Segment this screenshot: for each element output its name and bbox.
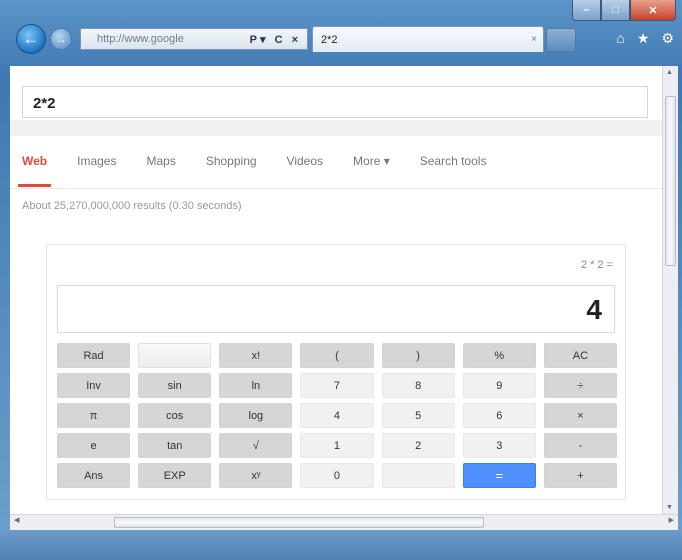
key-9[interactable]: 9: [462, 373, 536, 398]
key-rad[interactable]: Rad: [57, 343, 131, 368]
browser-tools: ⌂ ★ ⚙: [616, 30, 674, 47]
vertical-scrollbar[interactable]: ▲ ▼: [662, 66, 678, 514]
key-1[interactable]: 1: [300, 433, 374, 458]
key-sin[interactable]: sin: [138, 373, 212, 398]
key-percent[interactable]: %: [462, 343, 536, 368]
close-window-button[interactable]: ✕: [630, 0, 676, 21]
result-stats: About 25,270,000,000 results (0.30 secon…: [22, 200, 242, 212]
key-cos[interactable]: cos: [138, 403, 212, 428]
address-controls[interactable]: P▾ C ×: [244, 33, 307, 46]
horizontal-scrollbar[interactable]: ◀ ▶: [10, 514, 678, 530]
gear-icon[interactable]: ⚙: [661, 30, 674, 47]
calculator-widget: 2 * 2 = 4 Rad x! ( ) % AC Inv sin ln 7 8…: [46, 244, 626, 500]
scroll-up-icon[interactable]: ▲: [666, 69, 673, 76]
key-6[interactable]: 6: [462, 403, 536, 428]
tabs-divider: [10, 188, 662, 189]
back-button[interactable]: ←: [16, 24, 46, 54]
key-multiply[interactable]: ×: [543, 403, 617, 428]
browser-tab[interactable]: 2*2 ×: [312, 26, 544, 52]
key-add[interactable]: +: [543, 463, 617, 488]
window-controls: – □ ✕: [572, 0, 676, 21]
key-clear[interactable]: AC: [543, 343, 617, 368]
scroll-right-icon[interactable]: ▶: [669, 516, 674, 524]
key-decimal[interactable]: [381, 463, 455, 488]
key-ans[interactable]: Ans: [57, 463, 131, 488]
key-close-paren[interactable]: ): [381, 343, 455, 368]
home-icon[interactable]: ⌂: [616, 30, 624, 47]
key-subtract[interactable]: -: [543, 433, 617, 458]
key-divide[interactable]: ÷: [543, 373, 617, 398]
key-log[interactable]: log: [219, 403, 293, 428]
tab-shopping[interactable]: Shopping: [206, 144, 257, 188]
key-0[interactable]: 0: [300, 463, 374, 488]
key-8[interactable]: 8: [381, 373, 455, 398]
new-tab-button[interactable]: [546, 28, 576, 52]
tab-search-tools[interactable]: Search tools: [420, 144, 487, 188]
vertical-scroll-thumb[interactable]: [665, 96, 676, 266]
calculator-history: 2 * 2 =: [580, 259, 613, 271]
address-bar[interactable]: http://www.google P▾ C ×: [80, 28, 308, 50]
key-5[interactable]: 5: [381, 403, 455, 428]
minimize-button[interactable]: –: [572, 0, 601, 21]
key-2[interactable]: 2: [381, 433, 455, 458]
tab-images[interactable]: Images: [77, 144, 116, 188]
tab-more[interactable]: More ▾: [353, 144, 390, 188]
key-exp[interactable]: EXP: [138, 463, 212, 488]
scroll-left-icon[interactable]: ◀: [14, 516, 19, 524]
status-bar: [0, 530, 682, 560]
search-input[interactable]: 2*2: [22, 86, 648, 118]
key-factorial[interactable]: x!: [219, 343, 293, 368]
tab-title[interactable]: 2*2: [313, 34, 525, 46]
forward-button[interactable]: →: [50, 28, 72, 50]
key-ln[interactable]: ln: [219, 373, 293, 398]
maximize-button[interactable]: □: [601, 0, 630, 21]
tab-videos[interactable]: Videos: [287, 144, 323, 188]
page-content: 2*2 Web Images Maps Shopping Videos More…: [10, 66, 662, 514]
key-4[interactable]: 4: [300, 403, 374, 428]
star-icon[interactable]: ★: [637, 30, 650, 47]
key-tan[interactable]: tan: [138, 433, 212, 458]
calculator-keypad: Rad x! ( ) % AC Inv sin ln 7 8 9 ÷ π cos…: [57, 343, 617, 488]
arrow-left-icon: ←: [22, 29, 40, 48]
key-open-paren[interactable]: (: [300, 343, 374, 368]
calculator-display: 4: [57, 285, 615, 333]
key-deg[interactable]: [138, 343, 212, 368]
key-inv[interactable]: Inv: [57, 373, 131, 398]
key-e[interactable]: e: [57, 433, 131, 458]
search-tabs: Web Images Maps Shopping Videos More ▾ S…: [17, 144, 516, 188]
tab-close-button[interactable]: ×: [525, 34, 543, 45]
key-3[interactable]: 3: [462, 433, 536, 458]
key-power[interactable]: xʸ: [219, 463, 293, 488]
address-url[interactable]: http://www.google: [81, 33, 244, 45]
key-sqrt[interactable]: √: [219, 433, 293, 458]
scroll-down-icon[interactable]: ▼: [666, 504, 673, 511]
tab-web[interactable]: Web: [17, 144, 52, 188]
key-pi[interactable]: π: [57, 403, 131, 428]
horizontal-scroll-thumb[interactable]: [114, 517, 484, 528]
tab-maps[interactable]: Maps: [146, 144, 175, 188]
arrow-right-icon: →: [55, 32, 67, 46]
key-7[interactable]: 7: [300, 373, 374, 398]
search-header-band: [10, 120, 662, 136]
key-equals[interactable]: =: [462, 463, 536, 488]
browser-window: – □ ✕ ← → http://www.google P▾ C × 2*2 ×…: [0, 0, 682, 560]
